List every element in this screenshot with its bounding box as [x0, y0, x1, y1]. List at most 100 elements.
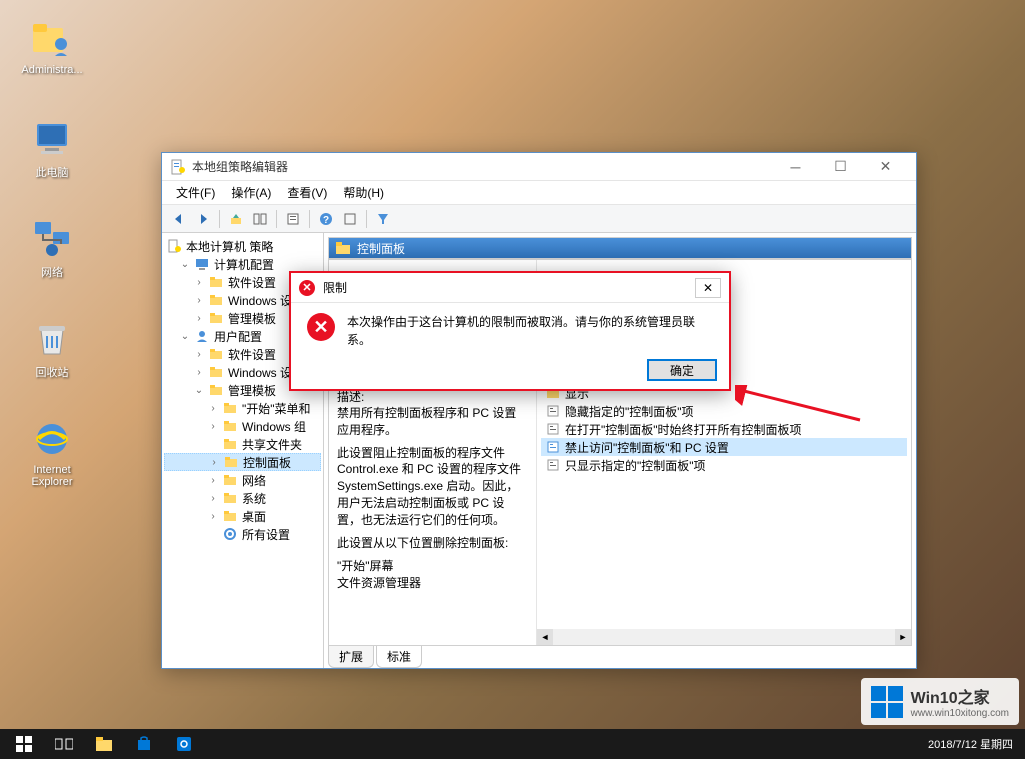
setting-icon [545, 403, 561, 419]
help-button[interactable]: ? [315, 208, 337, 230]
expand-icon[interactable]: › [206, 475, 220, 486]
user-icon [194, 328, 210, 344]
folder-icon [335, 240, 351, 256]
tree-root[interactable]: 本地计算机 策略 [164, 237, 321, 255]
expand-icon[interactable]: › [192, 367, 206, 378]
window-title: 本地组策略编辑器 [192, 158, 773, 175]
settings-button[interactable] [164, 729, 204, 759]
menu-view[interactable]: 查看(V) [279, 182, 335, 203]
ok-button[interactable]: 确定 [647, 359, 717, 381]
close-button[interactable]: ✕ [863, 153, 908, 181]
tree-desktop[interactable]: › 桌面 [164, 507, 321, 525]
tree-all-settings[interactable]: 所有设置 [164, 525, 321, 543]
windows-logo-icon [871, 686, 903, 718]
collapse-icon[interactable]: ⌄ [178, 259, 192, 270]
expand-icon[interactable]: › [207, 457, 221, 468]
filter-button[interactable] [372, 208, 394, 230]
show-hide-button[interactable] [249, 208, 271, 230]
folder-icon [208, 364, 224, 380]
desktop-icon-ie[interactable]: Internet Explorer [12, 418, 92, 488]
taskbar-clock[interactable]: 2018/7/12 星期四 [920, 736, 1021, 752]
expand-icon[interactable]: › [192, 313, 206, 324]
recycle-bin-icon [31, 318, 73, 360]
folder-icon [222, 436, 238, 452]
scroll-right-button[interactable]: ► [895, 629, 911, 645]
tree-windows-comp[interactable]: › Windows 组 [164, 417, 321, 435]
ie-icon [31, 418, 73, 460]
computer-icon [194, 256, 210, 272]
right-panel-title: 控制面板 [357, 240, 405, 257]
menu-file[interactable]: 文件(F) [168, 182, 223, 203]
menu-help[interactable]: 帮助(H) [335, 182, 392, 203]
tab-extended[interactable]: 扩展 [328, 646, 374, 668]
folder-icon [222, 400, 238, 416]
folder-icon [222, 508, 238, 524]
desc-text: "开始"屏幕 [337, 557, 528, 574]
list-item[interactable]: 隐藏指定的"控制面板"项 [541, 402, 907, 420]
desktop-icon-recycle-bin[interactable]: 回收站 [12, 318, 92, 380]
desktop-icon-label: 回收站 [12, 364, 92, 380]
expand-icon[interactable]: › [192, 295, 206, 306]
forward-button[interactable] [192, 208, 214, 230]
list-item-selected[interactable]: 禁止访问"控制面板"和 PC 设置 [541, 438, 907, 456]
desc-text: 此设置阻止控制面板的程序文件 Control.exe 和 PC 设置的程序文件 … [337, 445, 528, 529]
folder-icon [208, 382, 224, 398]
list-item[interactable]: 在打开"控制面板"时始终打开所有控制面板项 [541, 420, 907, 438]
options-button[interactable] [339, 208, 361, 230]
expand-icon[interactable]: › [206, 403, 220, 414]
gpedit-window: 本地组策略编辑器 ─ ☐ ✕ 文件(F) 操作(A) 查看(V) 帮助(H) ?… [161, 152, 917, 669]
setting-icon [545, 439, 561, 455]
collapse-icon[interactable]: ⌄ [192, 385, 206, 396]
settings-icon [222, 526, 238, 542]
folder-icon [223, 454, 239, 470]
expand-icon[interactable]: › [206, 421, 220, 432]
tab-standard[interactable]: 标准 [376, 646, 422, 668]
task-view-button[interactable] [44, 729, 84, 759]
expand-icon[interactable]: › [206, 511, 220, 522]
dialog-close-button[interactable]: ✕ [695, 278, 721, 298]
collapse-icon[interactable]: ⌄ [178, 331, 192, 342]
folder-icon [208, 346, 224, 362]
error-icon: ✕ [299, 280, 315, 296]
desktop-icon-label: Administra... [12, 64, 92, 76]
up-button[interactable] [225, 208, 247, 230]
store-button[interactable] [124, 729, 164, 759]
desc-text: 禁用所有控制面板程序和 PC 设置应用程序。 [337, 405, 528, 439]
desktop-icon-label: 此电脑 [12, 164, 92, 180]
menu-action[interactable]: 操作(A) [223, 182, 279, 203]
list-item[interactable]: 只显示指定的"控制面板"项 [541, 456, 907, 474]
folder-icon [208, 292, 224, 308]
horizontal-scrollbar[interactable]: ◄ ► [537, 629, 911, 645]
tree-control-panel[interactable]: › 控制面板 [164, 453, 321, 471]
error-dialog: ✕ 限制 ✕ ✕ 本次操作由于这台计算机的限制而被取消。请与你的系统管理员联系。… [290, 272, 730, 390]
desktop-icon-administrator[interactable]: Administra... [12, 18, 92, 76]
titlebar: 本地组策略编辑器 ─ ☐ ✕ [162, 153, 916, 181]
tree-network[interactable]: › 网络 [164, 471, 321, 489]
back-button[interactable] [168, 208, 190, 230]
tree-shared-folders[interactable]: 共享文件夹 [164, 435, 321, 453]
dialog-titlebar: ✕ 限制 ✕ [291, 273, 729, 303]
expand-icon[interactable]: › [206, 493, 220, 504]
error-icon: ✕ [307, 313, 335, 341]
tree-start-menu[interactable]: › "开始"菜单和 [164, 399, 321, 417]
expand-icon[interactable]: › [192, 349, 206, 360]
folder-user-icon [31, 18, 73, 60]
tree-system[interactable]: › 系统 [164, 489, 321, 507]
file-explorer-button[interactable] [84, 729, 124, 759]
tree-computer-config[interactable]: ⌄ 计算机配置 [164, 255, 321, 273]
setting-icon [545, 457, 561, 473]
minimize-button[interactable]: ─ [773, 153, 818, 181]
scroll-left-button[interactable]: ◄ [537, 629, 553, 645]
start-button[interactable] [4, 729, 44, 759]
maximize-button[interactable]: ☐ [818, 153, 863, 181]
desktop-icon-this-pc[interactable]: 此电脑 [12, 118, 92, 180]
desc-text: 此设置从以下位置删除控制面板: [337, 535, 528, 552]
folder-icon [208, 274, 224, 290]
expand-icon[interactable]: › [192, 277, 206, 288]
desktop-icon-network[interactable]: 网络 [12, 218, 92, 280]
desktop-icon-label: Internet Explorer [12, 464, 92, 488]
properties-button[interactable] [282, 208, 304, 230]
menubar: 文件(F) 操作(A) 查看(V) 帮助(H) [162, 181, 916, 205]
app-icon [170, 159, 186, 175]
desktop-icon-label: 网络 [12, 264, 92, 280]
